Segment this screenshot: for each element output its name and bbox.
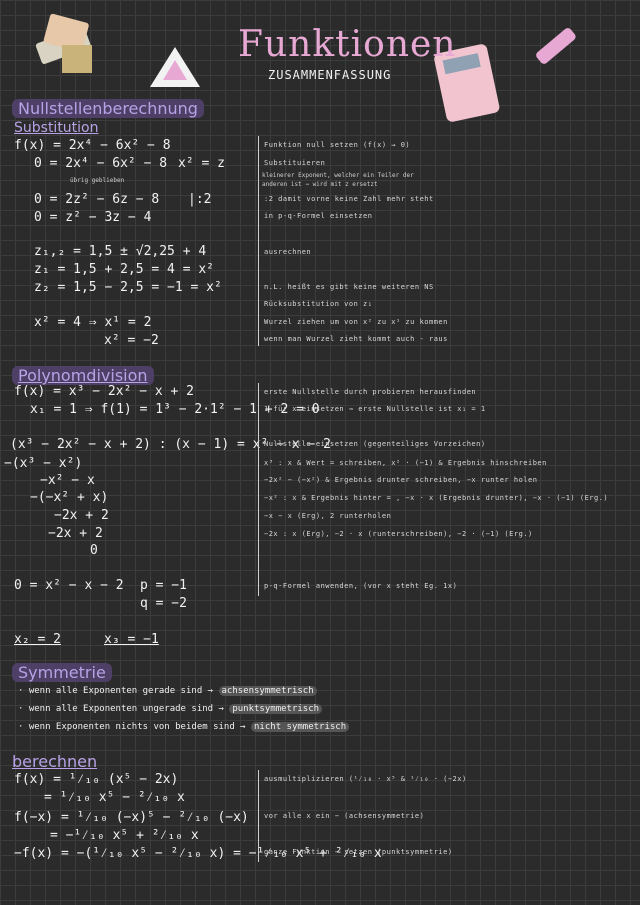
note: −2x² − (−x²) & Ergebnis drunter schreibe… [264, 476, 538, 484]
math-line: 0 = x² − x − 2 [14, 578, 124, 593]
heading-symmetrie: Symmetrie [12, 663, 112, 682]
math-line: f(x) = ¹⁄₁₀ (x⁵ − 2x) [14, 772, 179, 787]
math-divider: |:2 [188, 192, 212, 207]
triangle-ruler-sticker [145, 42, 205, 92]
note: Wurzel ziehen um von x² zu x¹ zu kommen [264, 318, 448, 326]
note: −x − x (Erg), 2 runterholen [264, 512, 392, 520]
note: −x² : x & Ergebnis hinter = , −x · x (Er… [264, 494, 609, 502]
page-subtitle: ZUSAMMENFASSUNG [268, 68, 392, 82]
symmetrie-item: · wenn alle Exponenten ungerade sind → p… [18, 704, 323, 714]
note-rule [258, 383, 259, 596]
note: in p-q-Formel einsetzen [264, 212, 373, 220]
note: n.L. heißt es gibt keine weiteren NS [264, 283, 434, 291]
math-line: = ¹⁄₁₀ x⁵ − ²⁄₁₀ x [44, 790, 185, 805]
note: Funktion null setzen (f(x) → 0) [264, 141, 411, 149]
note: anderen ist ⇒ wird mit z ersetzt [262, 181, 378, 188]
pencil-sticker [525, 18, 585, 78]
note: ganze Funktion − setzen (punktsymmetrie) [264, 848, 453, 856]
math-line: q = −2 [140, 596, 187, 611]
math-line: x₂ = 2 [14, 632, 61, 647]
note: erste Nullstelle durch probieren herausf… [264, 388, 477, 396]
math-line: x₃ = −1 [104, 632, 159, 647]
math-line: z₁ = 1,5 + 2,5 = 4 = x² [34, 262, 215, 277]
note: vor alle x ein − (achsensymmetrie) [264, 812, 425, 820]
math-line: −2x + 2 [48, 526, 103, 541]
note: x³ : x & Wert = schreiben, x² · (−1) & E… [264, 459, 547, 467]
math-line: z₁,₂ = 1,5 ± √2,25 + 4 [34, 244, 207, 259]
math-line: x² = −2 [104, 333, 159, 348]
math-line: 0 [90, 543, 98, 558]
math-line: 0 = 2x⁴ − 6x² − 8 [34, 156, 168, 171]
note: :2 damit vorne keine Zahl mehr steht [264, 195, 434, 203]
note: ausrechnen [264, 248, 312, 256]
math-line: z₂ = 1,5 − 2,5 = −1 = x² [34, 280, 222, 295]
math-line: −x² − x [40, 473, 95, 488]
math-line: p = −1 [140, 578, 187, 593]
note: p-q-Formel anwenden, (vor x steht Eg. 1x… [264, 582, 458, 590]
page-title: Funktionen [238, 24, 457, 65]
book-stack-sticker [32, 10, 102, 80]
math-line: = −¹⁄₁₀ x⁵ + ²⁄₁₀ x [50, 828, 199, 843]
math-line: −(−x² + x) [30, 490, 109, 505]
heading-polynomdivision: Polynomdivision [12, 366, 154, 385]
math-line: f(x) = x³ − 2x² − x + 2 [14, 384, 195, 399]
note: Nullstelle einsetzen (gegenteiliges Vorz… [264, 440, 486, 448]
note: wenn man Wurzel zieht kommt auch - raus [264, 335, 448, 343]
note: kleinerer Exponent, welcher ein Teiler d… [262, 172, 414, 179]
heading-substitution: Substitution [14, 120, 99, 136]
symmetrie-item: · wenn alle Exponenten gerade sind → ach… [18, 686, 317, 696]
note-small: übrig geblieben [70, 177, 125, 184]
math-xz: x² = z [178, 156, 225, 171]
math-line: 0 = z² − 3z − 4 [34, 210, 152, 225]
math-line: −2x + 2 [54, 508, 109, 523]
math-line: f(−x) = ¹⁄₁₀ (−x)⁵ − ²⁄₁₀ (−x) [14, 810, 249, 825]
math-line: f(x) = 2x⁴ − 6x² − 8 [14, 138, 171, 153]
symmetrie-item: · wenn Exponenten nichts von beidem sind… [18, 722, 350, 732]
note-rule [258, 770, 259, 862]
note: ausmultiplizieren (¹⁄₁₀ · x⁵ & ¹⁄₁₀ · (−… [264, 775, 467, 783]
math-line: −(x³ − x²) [4, 456, 83, 471]
note: −2x : x (Erg), −2 · x (runterschreiben),… [264, 530, 533, 538]
heading-nullstellenberechnung: Nullstellenberechnung [12, 99, 204, 118]
heading-berechnen: berechnen [12, 752, 98, 771]
math-line: x² = 4 ⇒ x¹ = 2 [34, 315, 152, 330]
note: Substituieren [264, 159, 326, 167]
note-rule [258, 136, 259, 346]
math-line: 0 = 2z² − 6z − 8 [34, 192, 160, 207]
note: Rücksubstitution von z₁ [264, 300, 373, 308]
note: 1 für x einsetzen ⇒ erste Nullstelle ist… [264, 405, 486, 413]
